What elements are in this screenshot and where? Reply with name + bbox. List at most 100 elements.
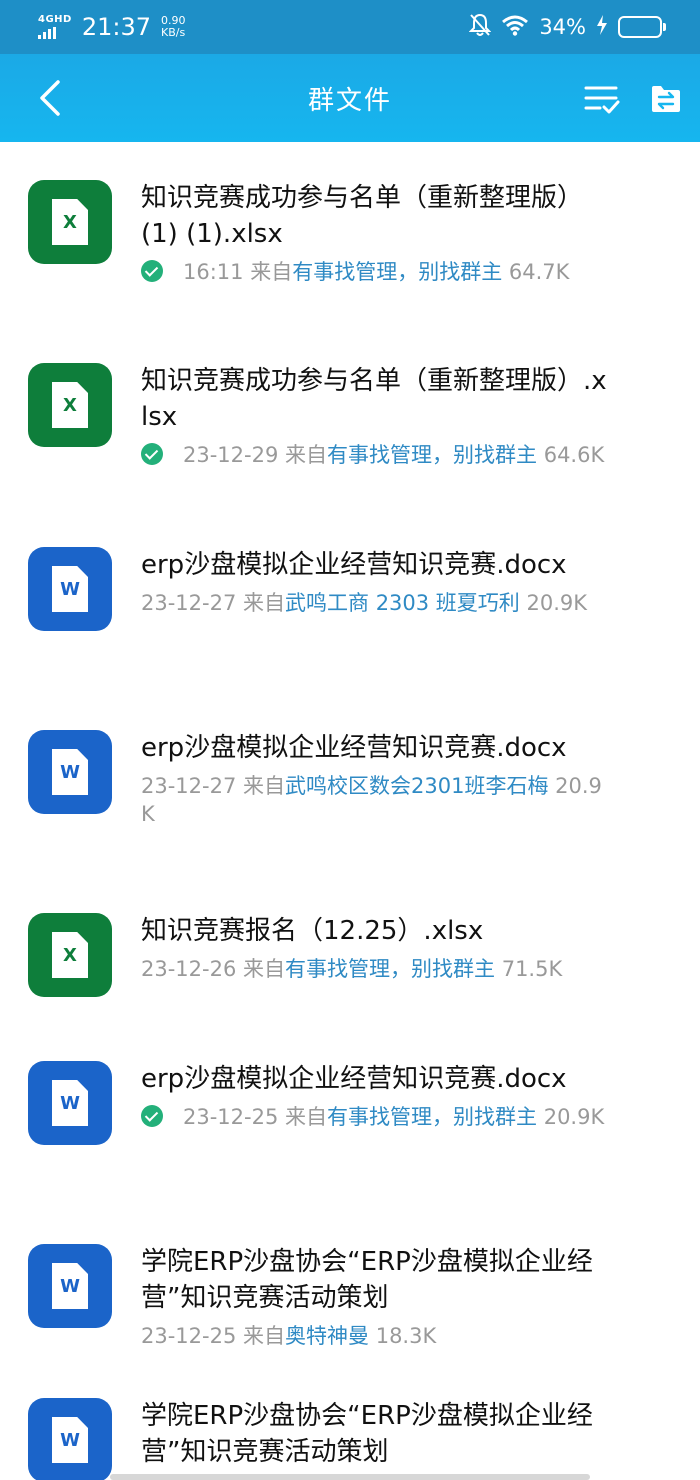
file-list: X 知识竞赛成功参与名单（重新整理版） (1) (1).xlsx 16:11 来…	[0, 142, 700, 1480]
file-meta: 23-12-26 来自有事找管理，别找群主 71.5K	[141, 955, 611, 983]
file-name: 学院ERP沙盘协会“ERP沙盘模拟企业经营”知识竞赛活动策划	[141, 1247, 593, 1313]
file-item[interactable]: X 知识竞赛报名（12.25）.xlsx 23-12-26 来自有事找管理，别找…	[0, 876, 700, 1024]
file-time: 23-12-26	[141, 957, 237, 981]
file-meta: 23-12-27 来自武鸣工商 2303 班夏巧利 20.9K	[141, 589, 611, 617]
downloaded-check-icon	[141, 443, 163, 465]
from-label: 来自	[243, 1324, 286, 1348]
file-size: 20.9K	[526, 591, 588, 615]
file-type-letter: W	[52, 1080, 88, 1126]
status-right: 34%	[468, 13, 666, 41]
file-meta: 23-12-27 来自武鸣校区数会2301班李石梅 20.9K	[141, 772, 611, 828]
mute-bell-icon	[468, 13, 492, 41]
word-file-icon: W	[28, 1061, 112, 1145]
file-text: 学院ERP沙盘协会“ERP沙盘模拟企业经营”知识竞赛活动策划	[141, 1398, 611, 1470]
file-size: 20.9K	[543, 1105, 605, 1129]
file-item[interactable]: W 学院ERP沙盘协会“ERP沙盘模拟企业经营”知识竞赛活动策划	[0, 1362, 700, 1480]
file-size: 71.5K	[501, 957, 563, 981]
wifi-icon	[501, 14, 529, 40]
file-text: 知识竞赛成功参与名单（重新整理版） (1) (1).xlsx 16:11 来自有…	[141, 180, 611, 286]
transfer-icon	[652, 86, 680, 112]
from-label: 来自	[243, 957, 286, 981]
network-label: 4GHD	[38, 14, 72, 25]
file-name: 知识竞赛成功参与名单（重新整理版）.xlsx	[141, 366, 607, 432]
file-item[interactable]: W erp沙盘模拟企业经营知识竞赛.docx 23-12-25 来自有事找管理，…	[0, 1024, 700, 1207]
file-size: 18.3K	[375, 1324, 437, 1348]
file-name: erp沙盘模拟企业经营知识竞赛.docx	[141, 1064, 567, 1094]
file-sender[interactable]: 有事找管理，别找群主	[285, 957, 495, 981]
file-type-letter: W	[52, 1417, 88, 1463]
app-header: 群文件	[0, 54, 700, 142]
file-sender[interactable]: 武鸣校区数会2301班李石梅	[285, 774, 548, 798]
file-item[interactable]: X 知识竞赛成功参与名单（重新整理版） (1) (1).xlsx 16:11 来…	[0, 142, 700, 326]
status-left: 4GHD 21:37 0.90 KB/s	[38, 13, 186, 41]
downloaded-check-icon	[141, 1105, 163, 1127]
file-type-letter: X	[52, 932, 88, 978]
file-sender[interactable]: 武鸣工商 2303 班夏巧利	[285, 591, 520, 615]
transfer-button[interactable]	[646, 79, 686, 119]
excel-file-icon: X	[28, 363, 112, 447]
battery-percent: 34%	[539, 15, 586, 39]
from-label: 来自	[285, 1105, 328, 1129]
file-time: 23-12-27	[141, 591, 237, 615]
word-file-icon: W	[28, 547, 112, 631]
file-text: 学院ERP沙盘协会“ERP沙盘模拟企业经营”知识竞赛活动策划 23-12-25 …	[141, 1244, 611, 1350]
file-item[interactable]: X 知识竞赛成功参与名单（重新整理版）.xlsx 23-12-29 来自有事找管…	[0, 326, 700, 510]
word-file-icon: W	[28, 1244, 112, 1328]
file-item[interactable]: W erp沙盘模拟企业经营知识竞赛.docx 23-12-27 来自武鸣工商 2…	[0, 510, 700, 693]
file-name: erp沙盘模拟企业经营知识竞赛.docx	[141, 550, 567, 580]
file-time: 23-12-25	[183, 1105, 279, 1129]
file-text: erp沙盘模拟企业经营知识竞赛.docx 23-12-27 来自武鸣校区数会23…	[141, 730, 611, 828]
batch-select-button[interactable]	[582, 79, 622, 119]
excel-file-icon: X	[28, 913, 112, 997]
file-type-letter: W	[52, 566, 88, 612]
file-text: 知识竞赛报名（12.25）.xlsx 23-12-26 来自有事找管理，别找群主…	[141, 913, 611, 983]
file-name: 学院ERP沙盘协会“ERP沙盘模拟企业经营”知识竞赛活动策划	[141, 1401, 593, 1467]
speed-unit: KB/s	[161, 26, 186, 39]
file-meta: 23-12-29 来自有事找管理，别找群主 64.6K	[141, 441, 611, 469]
downloaded-check-icon	[141, 260, 163, 282]
file-text: erp沙盘模拟企业经营知识竞赛.docx 23-12-25 来自有事找管理，别找…	[141, 1061, 611, 1131]
file-text: erp沙盘模拟企业经营知识竞赛.docx 23-12-27 来自武鸣工商 230…	[141, 547, 611, 617]
from-label: 来自	[250, 260, 293, 284]
network-indicator: 4GHD	[38, 15, 72, 39]
file-meta: 16:11 来自有事找管理，别找群主 64.7K	[141, 258, 611, 286]
file-time: 16:11	[183, 260, 244, 284]
file-name: 知识竞赛成功参与名单（重新整理版） (1) (1).xlsx	[141, 183, 584, 249]
battery-icon	[618, 16, 666, 38]
file-sender[interactable]: 有事找管理，别找群主	[292, 260, 502, 284]
back-arrow-icon	[40, 80, 60, 116]
file-size: 64.6K	[543, 443, 605, 467]
from-label: 来自	[285, 443, 328, 467]
status-bar: 4GHD 21:37 0.90 KB/s 34%	[0, 0, 700, 54]
network-speed: 0.90 KB/s	[161, 15, 186, 38]
scroll-indicator	[110, 1474, 590, 1480]
signal-icon	[38, 27, 56, 39]
file-type-letter: W	[52, 1263, 88, 1309]
back-button[interactable]	[30, 78, 70, 118]
charging-icon	[596, 15, 608, 39]
page-title: 群文件	[307, 85, 392, 116]
word-file-icon: W	[28, 730, 112, 814]
file-sender[interactable]: 有事找管理，别找群主	[327, 1105, 537, 1129]
file-name: erp沙盘模拟企业经营知识竞赛.docx	[141, 733, 567, 763]
file-time: 23-12-29	[183, 443, 279, 467]
file-size: 64.7K	[508, 260, 570, 284]
file-time: 23-12-27	[141, 774, 237, 798]
excel-file-icon: X	[28, 180, 112, 264]
list-check-icon	[584, 86, 620, 114]
file-sender[interactable]: 奥特神曼	[285, 1324, 369, 1348]
file-text: 知识竞赛成功参与名单（重新整理版）.xlsx 23-12-29 来自有事找管理，…	[141, 363, 611, 469]
file-type-letter: X	[52, 382, 88, 428]
from-label: 来自	[243, 774, 286, 798]
file-item[interactable]: W erp沙盘模拟企业经营知识竞赛.docx 23-12-27 来自武鸣校区数会…	[0, 693, 700, 876]
file-time: 23-12-25	[141, 1324, 237, 1348]
file-name: 知识竞赛报名（12.25）.xlsx	[141, 916, 484, 946]
file-sender[interactable]: 有事找管理，别找群主	[327, 443, 537, 467]
file-meta: 23-12-25 来自有事找管理，别找群主 20.9K	[141, 1103, 611, 1131]
from-label: 来自	[243, 591, 286, 615]
file-meta: 23-12-25 来自奥特神曼 18.3K	[141, 1322, 611, 1350]
status-time: 21:37	[81, 13, 152, 41]
file-type-letter: W	[52, 749, 88, 795]
file-type-letter: X	[52, 199, 88, 245]
file-item[interactable]: W 学院ERP沙盘协会“ERP沙盘模拟企业经营”知识竞赛活动策划 23-12-2…	[0, 1207, 700, 1362]
